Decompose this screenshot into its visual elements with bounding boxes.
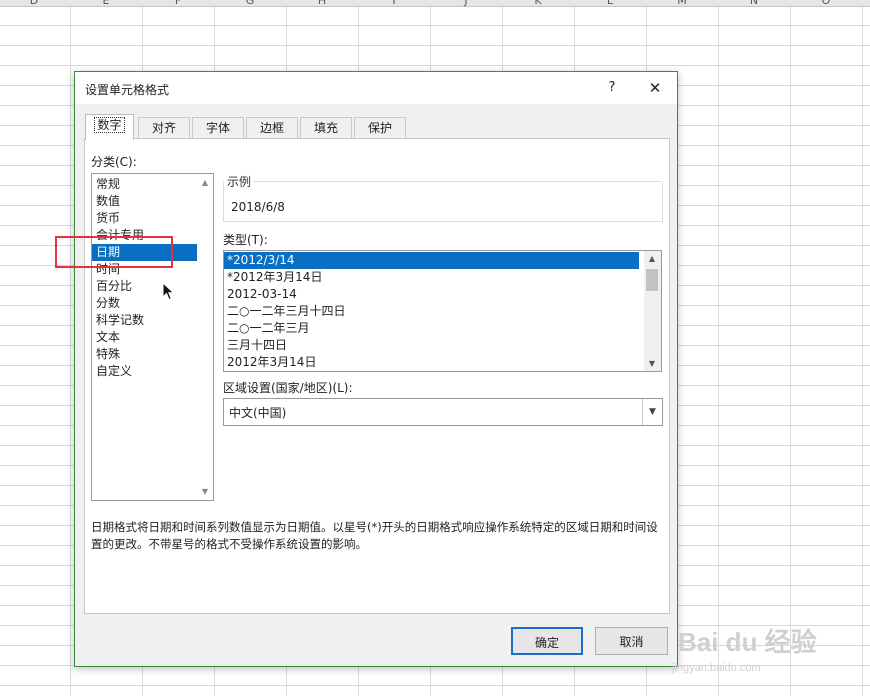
type-list[interactable]: *2012/3/14 *2012年3月14日 2012-03-14 二○一二年三… — [223, 250, 662, 372]
column-header[interactable]: F — [142, 0, 214, 6]
scroll-down-icon[interactable]: ▼ — [644, 359, 660, 368]
annotation-highlight-box — [55, 236, 173, 268]
scroll-up-icon[interactable]: ▲ — [644, 254, 660, 263]
sample-group-border — [253, 181, 661, 182]
column-header[interactable]: D — [0, 0, 70, 6]
locale-select[interactable]: 中文(中国) ▼ — [223, 398, 663, 426]
category-item-text[interactable]: 文本 — [92, 329, 200, 346]
dialog-title: 设置单元格格式 — [85, 83, 170, 97]
type-item[interactable]: 2012-03-14 — [224, 286, 639, 303]
locale-value: 中文(中国) — [229, 406, 287, 420]
tab-font[interactable]: 字体 — [192, 117, 244, 139]
mouse-cursor-icon — [162, 282, 175, 301]
category-item-general[interactable]: 常规 — [92, 176, 200, 193]
column-header[interactable]: G — [214, 0, 286, 6]
column-header[interactable]: I — [358, 0, 430, 6]
help-button[interactable]: ? — [602, 78, 622, 98]
watermark-url: jingyan.baidu.com — [672, 662, 761, 674]
column-header[interactable]: L — [574, 0, 646, 6]
ok-button[interactable]: 确定 — [511, 627, 583, 655]
watermark-logo: Bai du 经验 — [678, 627, 817, 657]
type-item[interactable]: *2012年3月14日 — [224, 269, 639, 286]
category-item-number[interactable]: 数值 — [92, 193, 200, 210]
column-header[interactable]: E — [70, 0, 142, 6]
category-item-percentage[interactable]: 百分比 — [92, 278, 200, 295]
column-header[interactable]: J — [430, 0, 502, 6]
close-button[interactable]: ✕ — [645, 78, 665, 98]
sample-group — [223, 181, 663, 222]
tab-fill[interactable]: 填充 — [300, 117, 352, 139]
tab-border[interactable]: 边框 — [246, 117, 298, 139]
column-header[interactable]: N — [718, 0, 790, 6]
tab-protection[interactable]: 保护 — [354, 117, 406, 139]
category-item-custom[interactable]: 自定义 — [92, 363, 200, 380]
category-item-currency[interactable]: 货币 — [92, 210, 200, 227]
dialog-title-bar[interactable]: 设置单元格格式 ? ✕ — [75, 72, 677, 104]
sample-title: 示例 — [227, 175, 252, 189]
scroll-up-icon[interactable]: ▲ — [197, 178, 213, 187]
sample-value: 2018/6/8 — [231, 200, 285, 214]
tab-number[interactable]: 数字 — [85, 114, 134, 140]
type-item[interactable]: 三月十四日 — [224, 337, 639, 354]
tab-alignment[interactable]: 对齐 — [138, 117, 190, 139]
number-tab-panel: 分类(C): 常规 数值 货币 会计专用 日期 时间 百分比 分数 科学记数 文… — [84, 138, 670, 614]
column-header[interactable]: H — [286, 0, 358, 6]
chevron-down-icon[interactable]: ▼ — [642, 399, 662, 425]
tab-label: 数字 — [94, 117, 125, 133]
category-item-fraction[interactable]: 分数 — [92, 295, 200, 312]
category-list[interactable]: 常规 数值 货币 会计专用 日期 时间 百分比 分数 科学记数 文本 特殊 自定… — [91, 173, 214, 501]
column-header[interactable]: K — [502, 0, 574, 6]
baidu-jingyan-watermark: Bai du 经验 jingyan.baidu.com — [668, 618, 868, 688]
scroll-down-icon[interactable]: ▼ — [197, 487, 213, 496]
column-header[interactable]: O — [790, 0, 862, 6]
category-item-scientific[interactable]: 科学记数 — [92, 312, 200, 329]
type-scrollbar[interactable]: ▲ ▼ — [644, 251, 661, 371]
category-scrollbar[interactable]: ▲ ▼ — [197, 174, 213, 500]
locale-label: 区域设置(国家/地区)(L): — [223, 381, 353, 395]
cancel-button[interactable]: 取消 — [595, 627, 668, 655]
type-item[interactable]: 二○一二年三月 — [224, 320, 639, 337]
type-item[interactable]: *2012/3/14 — [224, 252, 639, 269]
type-label: 类型(T): — [223, 233, 268, 247]
column-header-row: D E F G H I J K L M N O — [0, 0, 870, 7]
format-description: 日期格式将日期和时间系列数值显示为日期值。以星号(*)开头的日期格式响应操作系统… — [91, 520, 658, 551]
type-item[interactable]: 二○一二年三月十四日 — [224, 303, 639, 320]
format-cells-dialog: 设置单元格格式 ? ✕ 数字 对齐 字体 边框 填充 保护 分类(C): 常规 … — [74, 71, 678, 667]
category-label: 分类(C): — [91, 155, 137, 169]
scroll-thumb[interactable] — [646, 269, 658, 291]
column-header[interactable]: M — [646, 0, 718, 6]
type-item[interactable]: 2012年3月14日 — [224, 354, 639, 371]
category-item-special[interactable]: 特殊 — [92, 346, 200, 363]
